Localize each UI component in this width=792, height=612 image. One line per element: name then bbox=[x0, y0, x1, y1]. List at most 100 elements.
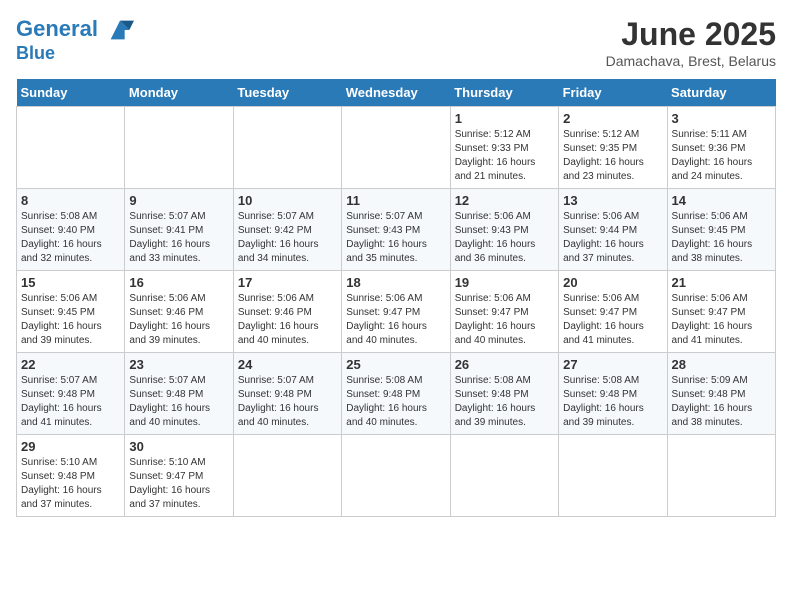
day-number: 9 bbox=[129, 193, 228, 208]
day-info: Sunrise: 5:06 AMSunset: 9:45 PMDaylight:… bbox=[672, 210, 771, 266]
day-info: Sunrise: 5:08 AMSunset: 9:48 PMDaylight:… bbox=[346, 374, 445, 430]
calendar-cell: 24 Sunrise: 5:07 AMSunset: 9:48 PMDayligh… bbox=[233, 353, 341, 435]
calendar-cell: 18 Sunrise: 5:06 AMSunset: 9:47 PMDayligh… bbox=[342, 271, 450, 353]
weekday-header: Sunday bbox=[17, 79, 125, 107]
day-info: Sunrise: 5:07 AMSunset: 9:48 PMDaylight:… bbox=[238, 374, 337, 430]
calendar-cell: 21 Sunrise: 5:06 AMSunset: 9:47 PMDayligh… bbox=[667, 271, 775, 353]
calendar-cell: 17Sunrise: 5:06 AMSunset: 9:46 PMDayligh… bbox=[233, 271, 341, 353]
day-info: Sunrise: 5:10 AMSunset: 9:48 PMDaylight:… bbox=[21, 456, 120, 512]
day-number: 2 bbox=[563, 111, 662, 126]
day-info: Sunrise: 5:07 AMSunset: 9:48 PMDaylight:… bbox=[21, 374, 120, 430]
weekday-header: Friday bbox=[559, 79, 667, 107]
day-info: Sunrise: 5:09 AMSunset: 9:48 PMDaylight:… bbox=[672, 374, 771, 430]
day-number: 23 bbox=[129, 357, 228, 372]
calendar-cell bbox=[450, 435, 558, 517]
logo-text: General bbox=[16, 16, 134, 44]
day-number: 30 bbox=[129, 439, 228, 454]
weekday-header: Wednesday bbox=[342, 79, 450, 107]
day-info: Sunrise: 5:08 AMSunset: 9:48 PMDaylight:… bbox=[563, 374, 662, 430]
day-info: Sunrise: 5:07 AMSunset: 9:48 PMDaylight:… bbox=[129, 374, 228, 430]
logo: General Blue bbox=[16, 16, 134, 64]
day-info: Sunrise: 5:06 AMSunset: 9:47 PMDaylight:… bbox=[563, 292, 662, 348]
calendar-cell: 28 Sunrise: 5:09 AMSunset: 9:48 PMDayligh… bbox=[667, 353, 775, 435]
day-number: 11 bbox=[346, 193, 445, 208]
calendar-cell: 19 Sunrise: 5:06 AMSunset: 9:47 PMDayligh… bbox=[450, 271, 558, 353]
day-info: Sunrise: 5:07 AMSunset: 9:42 PMDaylight:… bbox=[238, 210, 337, 266]
title-block: June 2025 Damachava, Brest, Belarus bbox=[606, 16, 776, 69]
calendar-cell: 2 Sunrise: 5:12 AMSunset: 9:35 PMDaylight… bbox=[559, 107, 667, 189]
calendar-cell: 1 Sunrise: 5:12 AMSunset: 9:33 PMDaylight… bbox=[450, 107, 558, 189]
day-info: Sunrise: 5:07 AMSunset: 9:43 PMDaylight:… bbox=[346, 210, 445, 266]
day-info: Sunrise: 5:06 AMSunset: 9:47 PMDaylight:… bbox=[346, 292, 445, 348]
calendar-cell: 27 Sunrise: 5:08 AMSunset: 9:48 PMDayligh… bbox=[559, 353, 667, 435]
day-info: Sunrise: 5:06 AMSunset: 9:44 PMDaylight:… bbox=[563, 210, 662, 266]
day-info: Sunrise: 5:08 AMSunset: 9:48 PMDaylight:… bbox=[455, 374, 554, 430]
calendar-cell: 15 Sunrise: 5:06 AMSunset: 9:45 PMDayligh… bbox=[17, 271, 125, 353]
day-info: Sunrise: 5:06 AMSunset: 9:45 PMDaylight:… bbox=[21, 292, 120, 348]
calendar-cell bbox=[559, 435, 667, 517]
calendar-cell: 30 Sunrise: 5:10 AMSunset: 9:47 PMDayligh… bbox=[125, 435, 233, 517]
day-number: 20 bbox=[563, 275, 662, 290]
day-info: Sunrise: 5:06 AMSunset: 9:43 PMDaylight:… bbox=[455, 210, 554, 266]
calendar-cell bbox=[233, 435, 341, 517]
day-number: 15 bbox=[21, 275, 120, 290]
month-title: June 2025 bbox=[606, 16, 776, 53]
day-number: 13 bbox=[563, 193, 662, 208]
calendar-cell bbox=[342, 107, 450, 189]
day-info: Sunrise: 5:06 AMSunset: 9:46 PMDaylight:… bbox=[129, 292, 228, 348]
day-number: 29 bbox=[21, 439, 120, 454]
calendar-cell: 12 Sunrise: 5:06 AMSunset: 9:43 PMDayligh… bbox=[450, 189, 558, 271]
calendar-cell: 22Sunrise: 5:07 AMSunset: 9:48 PMDayligh… bbox=[17, 353, 125, 435]
day-number: 28 bbox=[672, 357, 771, 372]
calendar-cell bbox=[17, 107, 125, 189]
day-number: 3 bbox=[672, 111, 771, 126]
calendar-cell: 3 Sunrise: 5:11 AMSunset: 9:36 PMDaylight… bbox=[667, 107, 775, 189]
day-info: Sunrise: 5:10 AMSunset: 9:47 PMDaylight:… bbox=[129, 456, 228, 512]
day-info: Sunrise: 5:07 AMSunset: 9:41 PMDaylight:… bbox=[129, 210, 228, 266]
day-number: 21 bbox=[672, 275, 771, 290]
calendar-cell: 9 Sunrise: 5:07 AMSunset: 9:41 PMDaylight… bbox=[125, 189, 233, 271]
weekday-header: Saturday bbox=[667, 79, 775, 107]
calendar-cell: 20 Sunrise: 5:06 AMSunset: 9:47 PMDayligh… bbox=[559, 271, 667, 353]
calendar-cell bbox=[125, 107, 233, 189]
calendar-week-row: 15 Sunrise: 5:06 AMSunset: 9:45 PMDayligh… bbox=[17, 271, 776, 353]
calendar-cell: 26 Sunrise: 5:08 AMSunset: 9:48 PMDayligh… bbox=[450, 353, 558, 435]
calendar-cell bbox=[667, 435, 775, 517]
day-info: Sunrise: 5:11 AMSunset: 9:36 PMDaylight:… bbox=[672, 128, 771, 184]
calendar-cell: 23 Sunrise: 5:07 AMSunset: 9:48 PMDayligh… bbox=[125, 353, 233, 435]
weekday-header: Tuesday bbox=[233, 79, 341, 107]
calendar-cell: 16 Sunrise: 5:06 AMSunset: 9:46 PMDayligh… bbox=[125, 271, 233, 353]
day-number: 25 bbox=[346, 357, 445, 372]
day-info: Sunrise: 5:12 AMSunset: 9:35 PMDaylight:… bbox=[563, 128, 662, 184]
logo-blue: Blue bbox=[16, 44, 134, 64]
page-header: General Blue June 2025 Damachava, Brest,… bbox=[16, 16, 776, 69]
calendar-week-row: 8 Sunrise: 5:08 AMSunset: 9:40 PMDaylight… bbox=[17, 189, 776, 271]
day-number: 16 bbox=[129, 275, 228, 290]
weekday-header: Thursday bbox=[450, 79, 558, 107]
calendar-cell: 14 Sunrise: 5:06 AMSunset: 9:45 PMDayligh… bbox=[667, 189, 775, 271]
day-number: 27 bbox=[563, 357, 662, 372]
weekday-header-row: SundayMondayTuesdayWednesdayThursdayFrid… bbox=[17, 79, 776, 107]
day-number: 18 bbox=[346, 275, 445, 290]
day-number: 14 bbox=[672, 193, 771, 208]
day-number: 26 bbox=[455, 357, 554, 372]
calendar-cell: 8 Sunrise: 5:08 AMSunset: 9:40 PMDaylight… bbox=[17, 189, 125, 271]
calendar-week-row: 1 Sunrise: 5:12 AMSunset: 9:33 PMDaylight… bbox=[17, 107, 776, 189]
day-number: 12 bbox=[455, 193, 554, 208]
weekday-header: Monday bbox=[125, 79, 233, 107]
day-number: 1 bbox=[455, 111, 554, 126]
day-info: Sunrise: 5:08 AMSunset: 9:40 PMDaylight:… bbox=[21, 210, 120, 266]
day-number: 17 bbox=[238, 275, 337, 290]
location: Damachava, Brest, Belarus bbox=[606, 53, 776, 69]
calendar-cell: 25 Sunrise: 5:08 AMSunset: 9:48 PMDayligh… bbox=[342, 353, 450, 435]
calendar-cell: 13 Sunrise: 5:06 AMSunset: 9:44 PMDayligh… bbox=[559, 189, 667, 271]
day-info: Sunrise: 5:12 AMSunset: 9:33 PMDaylight:… bbox=[455, 128, 554, 184]
day-number: 19 bbox=[455, 275, 554, 290]
day-info: Sunrise: 5:06 AMSunset: 9:47 PMDaylight:… bbox=[672, 292, 771, 348]
calendar-cell: 10Sunrise: 5:07 AMSunset: 9:42 PMDayligh… bbox=[233, 189, 341, 271]
day-number: 8 bbox=[21, 193, 120, 208]
day-info: Sunrise: 5:06 AMSunset: 9:47 PMDaylight:… bbox=[455, 292, 554, 348]
calendar-cell bbox=[233, 107, 341, 189]
calendar-table: SundayMondayTuesdayWednesdayThursdayFrid… bbox=[16, 79, 776, 517]
day-number: 24 bbox=[238, 357, 337, 372]
